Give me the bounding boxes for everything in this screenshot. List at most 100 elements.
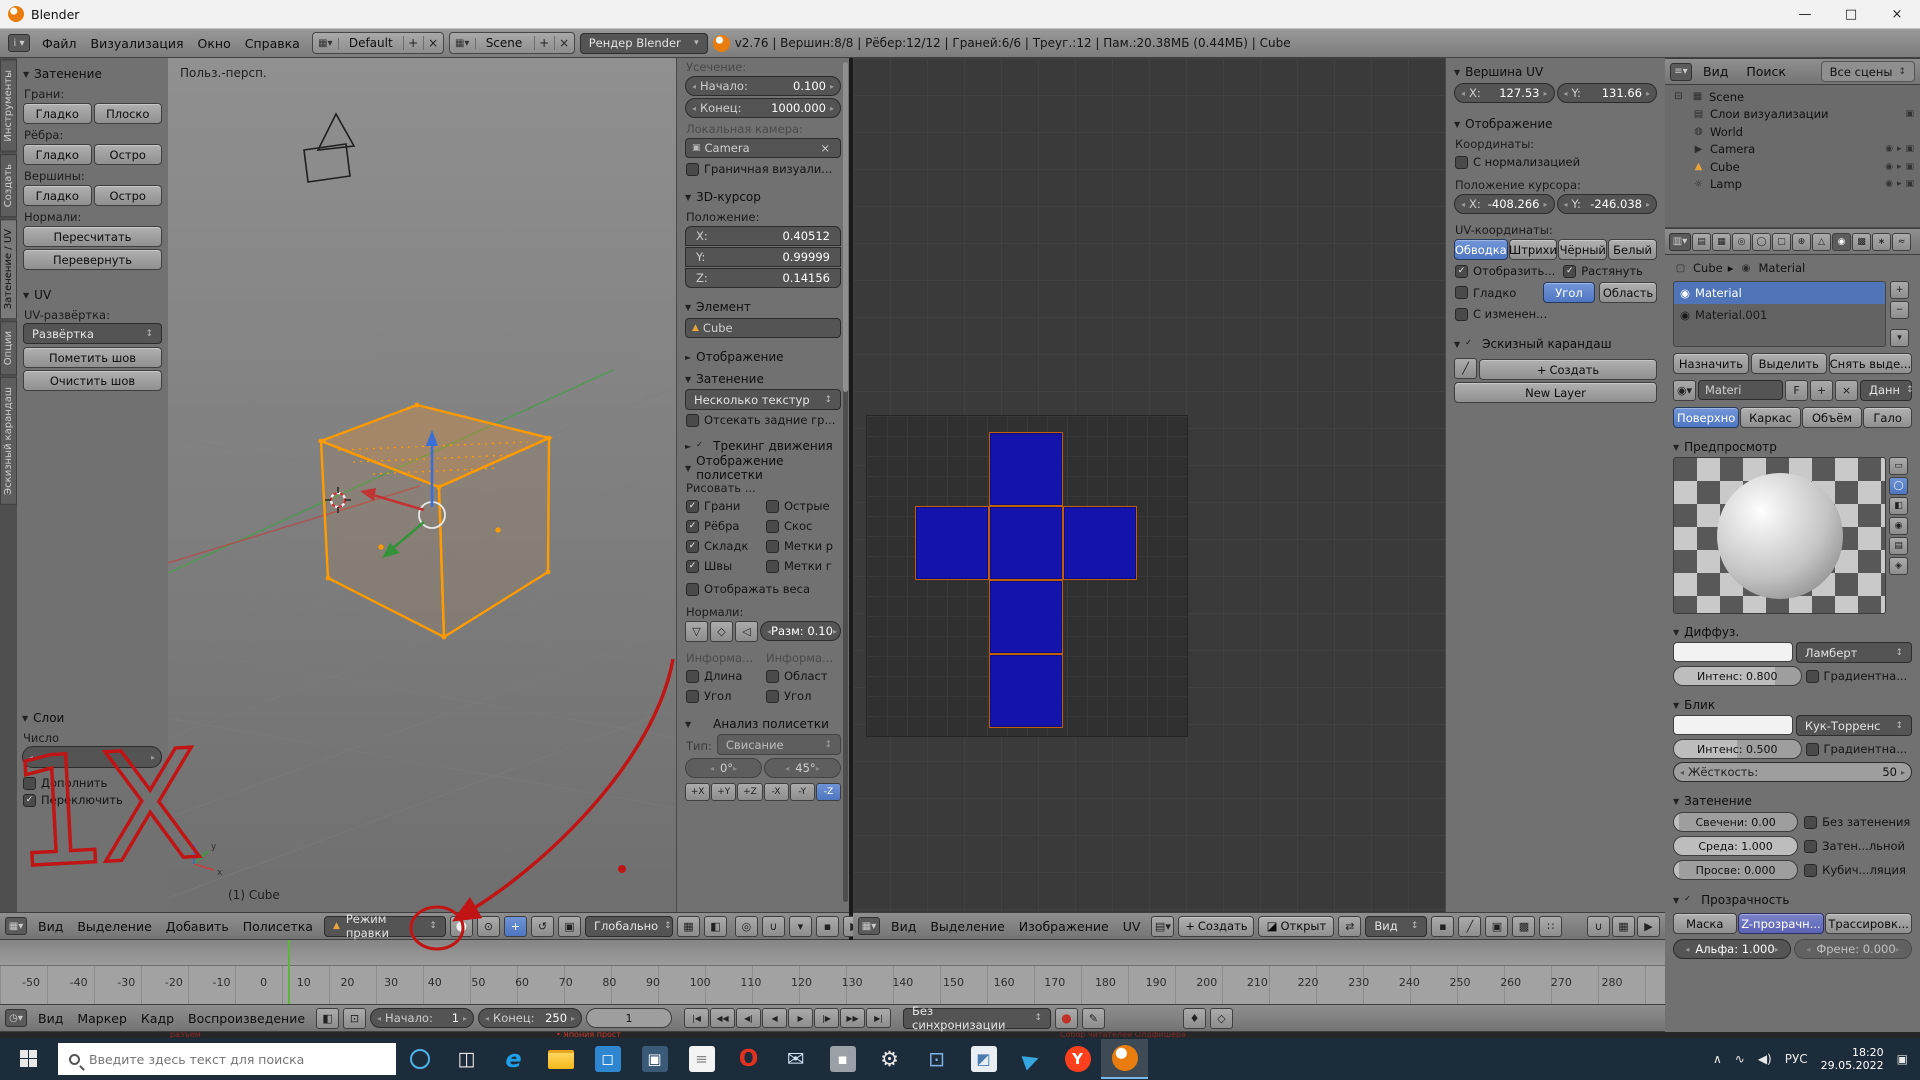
preview-world-icon[interactable]: ◈ [1889,557,1908,575]
menu-item[interactable]: Справка [238,36,307,51]
analysis-type-dropdown[interactable]: Свисание↕ [717,734,841,755]
checkbox-checked-icon[interactable]: ✓ [1465,338,1477,350]
mode-dropdown[interactable]: ▲Режим правки↕ [324,916,446,937]
menu-item[interactable]: Изображение [1012,919,1116,934]
visibility-icon[interactable]: ◉ [1885,144,1893,154]
assign-button[interactable]: Назначить [1673,353,1749,374]
camera-field[interactable]: ▣Camera× [685,138,841,158]
snap-element-icon[interactable]: ▾ [789,916,812,937]
uv-face[interactable] [915,506,989,580]
layer-number-slider[interactable]: ◂▸ [22,746,162,768]
shade-flat-button[interactable]: Плоско [94,103,163,124]
panel-header-display[interactable]: ►Отображение [685,347,841,367]
tab-texture-icon[interactable]: ▩ [1852,233,1871,251]
cursor-y-field[interactable]: Y:0.99999 [685,247,841,267]
edge-length-checkbox[interactable]: Длина [686,669,760,683]
lock-icon[interactable]: ⊡ [343,1008,366,1029]
specular-shader-dropdown[interactable]: Кук-Торренс↕ [1796,715,1912,736]
shading-mode-dropdown[interactable]: Несколько текстур↕ [685,389,841,410]
manipulator-translate-icon[interactable]: + [504,916,527,937]
scene-value[interactable]: Scene [476,36,534,50]
outliner-row-cube[interactable]: ▲Cube ◉▸▣ [1671,158,1920,176]
angle-max-field[interactable]: ◂45°▸ [764,758,841,778]
renderable-icon[interactable]: ▣ [1905,162,1914,172]
hardness-slider[interactable]: ◂Жёсткость:50▸ [1673,762,1912,782]
start-button[interactable] [0,1038,58,1080]
axis-minus-y-button[interactable]: -Y [790,783,815,801]
info-editor-icon[interactable]: i ▾ [8,34,30,52]
renderable-icon[interactable]: ▣ [1905,144,1914,154]
menu-item[interactable]: Вид [31,919,70,934]
uv-x-field[interactable]: ◂X:127.53▸ [1454,83,1555,103]
visibility-icon[interactable]: ◉ [1885,179,1893,189]
settings-button[interactable]: ⚙ [866,1039,913,1079]
preview-sphere-icon[interactable]: ◯ [1889,477,1908,495]
editor-type-icon[interactable]: ≡▾ [1670,63,1692,81]
uv-sync-selection-icon[interactable]: ⇄ [1338,916,1361,937]
panel-header-item[interactable]: ▼Элемент [685,297,841,317]
outliner-row-renderlayers[interactable]: ▤Слои визуализации ▣ [1671,106,1920,124]
jump-to-start-icon[interactable]: |◀ [684,1008,709,1028]
show-weights-checkbox[interactable]: Отображать веса [686,582,840,596]
minimize-icon[interactable]: — [1782,0,1828,28]
face-normals-icon[interactable]: ◇ [710,621,733,642]
diffuse-shader-dropdown[interactable]: Ламберт↕ [1796,642,1912,663]
specular-intensity-slider[interactable]: Интенс: 0.500 [1673,739,1802,759]
pivot-dropdown[interactable]: Вид↕ [1365,916,1427,937]
specular-ramp-checkbox[interactable]: Градиентна... [1806,742,1911,756]
browse-material-icon[interactable]: ◉▾ [1673,380,1696,401]
network-icon[interactable]: ∿ [1735,1052,1745,1066]
collapse-icon[interactable]: ⊟ [1671,91,1686,102]
stretch-angle-button[interactable]: Угол [1543,282,1595,303]
checkbox-icon[interactable] [696,718,708,730]
unwrap-dropdown[interactable]: Развёртка↕ [23,323,162,344]
tab-options[interactable]: Опции [0,321,17,375]
diffuse-color-swatch[interactable] [1673,642,1793,662]
add-slot-icon[interactable]: + [1890,281,1909,299]
remove-slot-icon[interactable]: − [1890,301,1909,319]
snap-magnet-icon[interactable]: ∪ [762,916,785,937]
search-input[interactable] [89,1052,385,1067]
select-button[interactable]: Выделить [1751,353,1827,374]
keying-set-icon[interactable]: ✎ [1082,1008,1105,1029]
checkbox-checked-icon[interactable]: ✓ [1684,894,1696,906]
normals-size-field[interactable]: ◂Разм: 0.10▸ [760,621,841,641]
panel-header-transparency[interactable]: ▼✓Прозрачность [1673,890,1912,910]
border-render-checkbox[interactable]: Граничная визуали... [686,162,840,176]
panel-header-shading[interactable]: ▼Затенение [1673,791,1912,811]
transparency-mask-button[interactable]: Маска [1673,913,1737,934]
display-option-checkbox[interactable]: ✓Грани [686,499,760,513]
tab-physics-icon[interactable]: ≈ [1892,233,1911,251]
tab-grease-pencil[interactable]: Эскизный карандаш [0,377,17,505]
select-mode-edge-icon[interactable]: ╱ [1458,916,1481,937]
diffuse-ramp-checkbox[interactable]: Градиентна... [1806,669,1911,683]
axis-minus-x-button[interactable]: -X [764,783,789,801]
uv-face[interactable] [989,506,1063,580]
browse-screens-icon[interactable]: ▦▾ [313,38,339,49]
slot-menu-icon[interactable]: ▾ [1890,329,1909,347]
scrollbar[interactable] [843,62,848,902]
paint-button[interactable]: ◩ [960,1039,1007,1079]
renderable-icon[interactable]: ▣ [1905,179,1914,189]
vertex-normals-icon[interactable]: ▽ [685,621,708,642]
preview-monkey-icon[interactable]: ◉ [1889,517,1908,535]
maximize-icon[interactable]: □ [1828,0,1874,28]
tab-data-icon[interactable]: △ [1812,233,1831,251]
cubic-interpolation-checkbox[interactable]: Кубич...ляция [1804,863,1911,877]
clip-start-field[interactable]: ◂Начало:0.100▸ [685,76,841,96]
stretch-area-button[interactable]: Область [1599,282,1657,303]
transform-orientation-dropdown[interactable]: Глобально↕ [585,916,673,937]
menu-item[interactable]: Выделение [70,919,158,934]
extend-checkbox[interactable]: Дополнить [23,776,161,790]
preview-range-icon[interactable]: ◧ [316,1008,339,1029]
select-mode-face-icon[interactable]: ▣ [1485,916,1508,937]
tab-object-icon[interactable]: ▢ [1772,233,1791,251]
close-icon[interactable]: × [554,36,574,50]
material-slot-active[interactable]: ◉Material [1674,282,1885,304]
ambient-slider[interactable]: Среда: 1.000 [1673,836,1798,856]
browse-image-icon[interactable]: ▤▾ [1151,916,1174,937]
tangent-shading-checkbox[interactable]: Затен...льной [1804,839,1911,853]
clock[interactable]: 18:2029.05.2022 [1821,1046,1884,1072]
material-slot[interactable]: ◉Material.001 [1674,304,1885,326]
display-option-checkbox[interactable]: Острые [766,499,840,513]
